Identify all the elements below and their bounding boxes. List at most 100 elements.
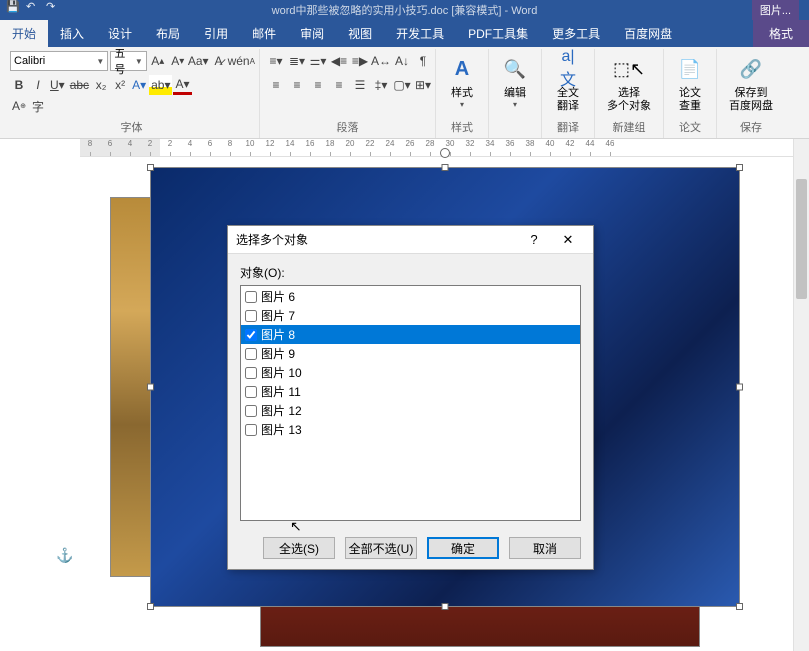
ok-button[interactable]: 确定 bbox=[427, 537, 499, 559]
list-item[interactable]: 图片 11 bbox=[241, 382, 580, 401]
edit-button[interactable]: 🔍 编辑 ▾ bbox=[495, 51, 535, 109]
show-marks-button[interactable]: ¶ bbox=[413, 51, 433, 71]
select-all-button[interactable]: 全选(S) bbox=[263, 537, 335, 559]
save-to-baidu-button[interactable]: 🔗 保存到 百度网盘 bbox=[723, 51, 779, 112]
resize-handle-sw[interactable] bbox=[147, 603, 154, 610]
tab-review[interactable]: 审阅 bbox=[288, 20, 336, 47]
list-item[interactable]: 图片 7 bbox=[241, 306, 580, 325]
highlight-button[interactable]: ab▾ bbox=[149, 75, 172, 95]
styles-button[interactable]: A 样式 ▾ bbox=[442, 51, 482, 109]
superscript-button[interactable]: x² bbox=[111, 75, 129, 95]
save-icon[interactable]: 💾 bbox=[6, 0, 20, 14]
resize-handle-e[interactable] bbox=[736, 384, 743, 391]
undo-icon[interactable]: ↶ bbox=[26, 0, 40, 14]
tab-home[interactable]: 开始 bbox=[0, 20, 48, 47]
ruler-tick: 8 bbox=[80, 139, 100, 156]
list-item[interactable]: 图片 6 bbox=[241, 287, 580, 306]
vertical-scrollbar[interactable] bbox=[793, 139, 809, 651]
translate-button[interactable]: a|⽂ 全文 翻译 bbox=[548, 51, 588, 112]
picture-tools-context-tab[interactable]: 图片... bbox=[752, 0, 799, 20]
shrink-font-button[interactable]: A▾ bbox=[169, 51, 187, 71]
list-item-checkbox[interactable] bbox=[245, 367, 257, 379]
enclosed-char-button[interactable]: A⊕ bbox=[10, 96, 28, 116]
select-multiple-objects-button[interactable]: ⬚↖ 选择 多个对象 bbox=[601, 51, 657, 112]
ltr-button[interactable]: A↔ bbox=[371, 51, 391, 71]
char-border-button[interactable]: 字 bbox=[29, 96, 47, 116]
help-button[interactable]: ? bbox=[517, 228, 551, 252]
list-item-checkbox[interactable] bbox=[245, 291, 257, 303]
strikethrough-button[interactable]: abc bbox=[68, 75, 91, 95]
tab-references[interactable]: 引用 bbox=[192, 20, 240, 47]
font-color-button[interactable]: A▾ bbox=[173, 75, 191, 95]
change-case-button[interactable]: Aa▾ bbox=[189, 51, 208, 71]
resize-handle-w[interactable] bbox=[147, 384, 154, 391]
resize-handle-ne[interactable] bbox=[736, 164, 743, 171]
close-icon: ✕ bbox=[563, 232, 574, 248]
list-item[interactable]: 图片 12 bbox=[241, 401, 580, 420]
tab-baidu-netdisk[interactable]: 百度网盘 bbox=[612, 20, 684, 47]
borders-button[interactable]: ⊞▾ bbox=[413, 75, 433, 95]
justify-button[interactable]: ≡ bbox=[329, 75, 349, 95]
line-spacing-button[interactable]: ‡▾ bbox=[371, 75, 391, 95]
deselect-all-button[interactable]: 全部不选(U) bbox=[345, 537, 417, 559]
font-size-combo[interactable]: 五号 ▼ bbox=[110, 51, 146, 71]
resize-handle-n[interactable] bbox=[442, 164, 449, 171]
list-item-checkbox[interactable] bbox=[245, 405, 257, 417]
ribbon-tabs: 开始 插入 设计 布局 引用 邮件 审阅 视图 开发工具 PDF工具集 更多工具… bbox=[0, 20, 809, 47]
increase-indent-button[interactable]: ≡▶ bbox=[350, 51, 370, 71]
clear-formatting-button[interactable]: A̷ bbox=[210, 51, 228, 71]
objects-listbox[interactable]: 图片 6图片 7图片 8图片 9图片 10图片 11图片 12图片 13 bbox=[240, 285, 581, 521]
subscript-button[interactable]: x₂ bbox=[92, 75, 110, 95]
anchor-icon[interactable]: ⚓ bbox=[56, 547, 73, 564]
distribute-button[interactable]: ☰ bbox=[350, 75, 370, 95]
list-item[interactable]: 图片 13 bbox=[241, 420, 580, 439]
align-left-button[interactable]: ≡ bbox=[266, 75, 286, 95]
rotation-handle[interactable] bbox=[440, 148, 450, 158]
align-center-button[interactable]: ≡ bbox=[287, 75, 307, 95]
dialog-titlebar[interactable]: 选择多个对象 ? ✕ bbox=[228, 226, 593, 254]
tab-pdf-tools[interactable]: PDF工具集 bbox=[456, 20, 540, 47]
edit-group-label bbox=[495, 121, 535, 138]
sort-button[interactable]: A↓ bbox=[392, 51, 412, 71]
redo-icon[interactable]: ↷ bbox=[46, 0, 60, 14]
bullets-button[interactable]: ≡▾ bbox=[266, 51, 286, 71]
grow-font-button[interactable]: A▴ bbox=[149, 51, 167, 71]
list-item-checkbox[interactable] bbox=[245, 424, 257, 436]
list-item-checkbox[interactable] bbox=[245, 348, 257, 360]
shading-button[interactable]: ▢▾ bbox=[392, 75, 412, 95]
underline-button[interactable]: U▾ bbox=[48, 75, 67, 95]
list-item-checkbox[interactable] bbox=[245, 310, 257, 322]
list-item-checkbox[interactable] bbox=[245, 386, 257, 398]
resize-handle-nw[interactable] bbox=[147, 164, 154, 171]
cancel-button[interactable]: 取消 bbox=[509, 537, 581, 559]
list-item-checkbox[interactable] bbox=[245, 329, 257, 341]
align-right-button[interactable]: ≡ bbox=[308, 75, 328, 95]
list-item[interactable]: 图片 9 bbox=[241, 344, 580, 363]
tab-layout[interactable]: 布局 bbox=[144, 20, 192, 47]
thesis-check-button[interactable]: 📄 论文 查重 bbox=[670, 51, 710, 112]
list-item[interactable]: 图片 10 bbox=[241, 363, 580, 382]
scrollbar-thumb[interactable] bbox=[796, 179, 807, 299]
font-name-combo[interactable]: Calibri ▼ bbox=[10, 51, 108, 71]
tab-mailings[interactable]: 邮件 bbox=[240, 20, 288, 47]
tab-design[interactable]: 设计 bbox=[96, 20, 144, 47]
multilevel-list-button[interactable]: ⚌▾ bbox=[308, 51, 328, 71]
list-item-label: 图片 13 bbox=[261, 421, 302, 438]
tab-insert[interactable]: 插入 bbox=[48, 20, 96, 47]
tab-more-tools[interactable]: 更多工具 bbox=[540, 20, 612, 47]
italic-button[interactable]: I bbox=[29, 75, 47, 95]
tab-developer[interactable]: 开发工具 bbox=[384, 20, 456, 47]
bold-button[interactable]: B bbox=[10, 75, 28, 95]
resize-handle-se[interactable] bbox=[736, 603, 743, 610]
close-button[interactable]: ✕ bbox=[551, 228, 585, 252]
text-effects-button[interactable]: A▾ bbox=[130, 75, 148, 95]
numbering-button[interactable]: ≣▾ bbox=[287, 51, 307, 71]
tab-view[interactable]: 视图 bbox=[336, 20, 384, 47]
decrease-indent-button[interactable]: ◀≡ bbox=[329, 51, 349, 71]
phonetic-guide-button[interactable]: wénA bbox=[230, 51, 253, 71]
resize-handle-s[interactable] bbox=[442, 603, 449, 610]
select-multi-label: 选择 多个对象 bbox=[607, 87, 651, 112]
ruler-tick: 2 bbox=[160, 139, 180, 156]
list-item[interactable]: 图片 8 bbox=[241, 325, 580, 344]
tab-format[interactable]: 格式 bbox=[753, 20, 809, 47]
